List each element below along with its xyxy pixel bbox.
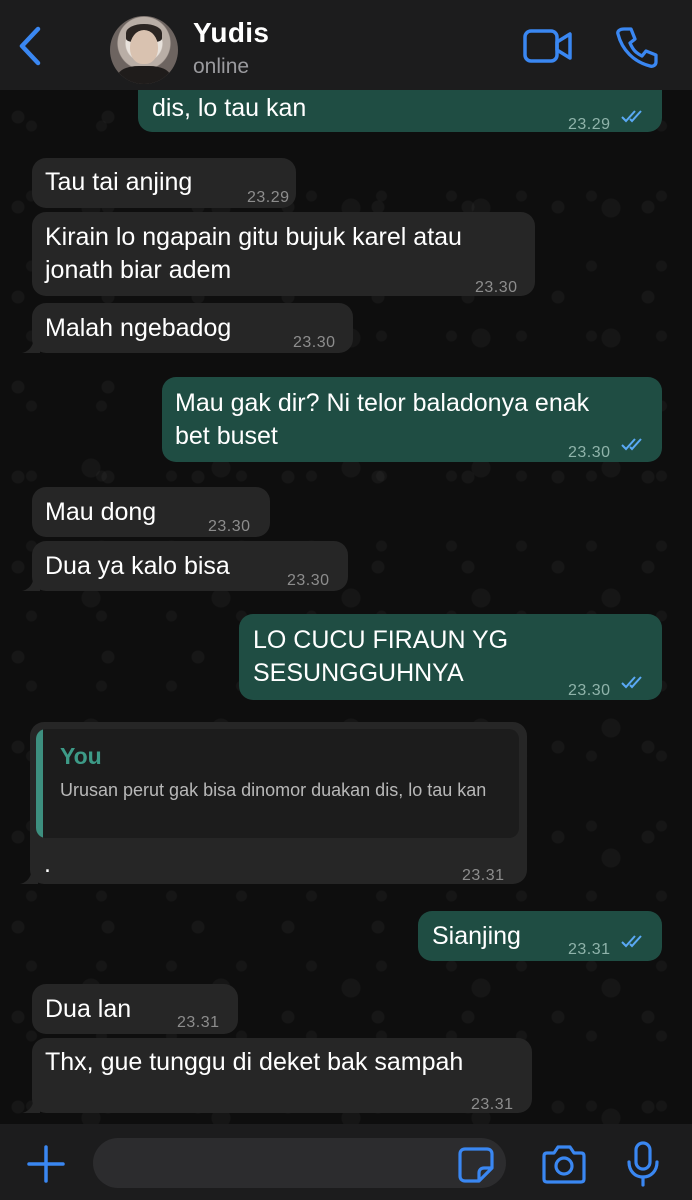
bubble-tail	[22, 335, 40, 353]
message-bubble-outgoing[interactable]: Sianjing 23.31	[418, 911, 662, 961]
message-text: Mau gak dir? Ni telor baladonya enak bet…	[175, 389, 590, 450]
read-receipt-icon	[621, 935, 642, 948]
read-receipt-icon	[621, 438, 642, 451]
message-text: Tau tai anjing	[45, 168, 193, 196]
camera-icon	[542, 1145, 586, 1184]
contact-status: online	[193, 55, 250, 78]
sticker-button[interactable]	[457, 1146, 495, 1184]
microphone-icon	[627, 1141, 659, 1187]
message-bubble-incoming[interactable]: Dua lan 23.31	[32, 984, 238, 1034]
message-bubble-incoming[interactable]: Mau dong 23.30	[32, 487, 270, 537]
read-receipt-icon	[621, 676, 642, 689]
chat-header: Yudis online	[0, 0, 692, 90]
message-time: 23.30	[287, 572, 330, 589]
chevron-left-icon	[19, 26, 41, 66]
quoted-message[interactable]: You Urusan perut gak bisa dinomor duakan…	[36, 729, 519, 838]
back-button[interactable]	[10, 24, 50, 68]
message-time: 23.29	[247, 189, 290, 206]
message-bubble-incoming[interactable]: Thx, gue tunggu di deket bak sampah 23.3…	[22, 1038, 532, 1113]
message-text: Kirain lo ngapain gitu bujuk karel atau …	[45, 223, 462, 284]
message-time: 23.31	[177, 1014, 220, 1031]
video-camera-icon	[523, 29, 572, 63]
message-bubble-incoming[interactable]: Tau tai anjing 23.29	[32, 158, 296, 208]
message-time: 23.30	[568, 682, 611, 699]
sticker-icon	[458, 1147, 494, 1183]
quote-text: Urusan perut gak bisa dinomor duakan dis…	[60, 780, 487, 800]
message-time: 23.30	[475, 279, 518, 296]
message-bubble-incoming[interactable]: Kirain lo ngapain gitu bujuk karel atau …	[32, 212, 535, 296]
message-time: 23.31	[462, 867, 505, 884]
plus-icon	[27, 1145, 65, 1183]
camera-button[interactable]	[541, 1144, 587, 1184]
message-bubble-incoming[interactable]: Malah ngebadog 23.30	[22, 303, 353, 353]
bubble-tail	[20, 866, 38, 884]
message-text: .	[44, 850, 51, 878]
message-time: 23.31	[568, 941, 611, 958]
video-call-button[interactable]	[522, 26, 574, 66]
message-time: 23.30	[208, 518, 251, 535]
chat-screen: Yudis online dis, lo tau kan 23.29 Tau t…	[0, 0, 692, 1200]
message-bubble-outgoing[interactable]: Mau gak dir? Ni telor baladonya enak bet…	[162, 377, 662, 462]
voice-call-button[interactable]	[614, 24, 660, 70]
bubble-tail	[22, 573, 40, 591]
read-receipt-icon	[621, 110, 642, 123]
message-text: Thx, gue tunggu di deket bak sampah	[45, 1048, 464, 1076]
message-text: Sianjing	[432, 922, 521, 950]
message-input[interactable]	[93, 1138, 506, 1188]
quote-author: You	[60, 743, 102, 769]
message-bubble-outgoing[interactable]: LO CUCU FIRAUN YG SESUNGGUHNYA 23.30	[239, 614, 662, 700]
message-text: Dua lan	[45, 995, 132, 1023]
message-time: 23.29	[568, 116, 611, 133]
message-time: 23.31	[471, 1096, 514, 1113]
message-text: dis, lo tau kan	[152, 94, 307, 122]
voice-message-button[interactable]	[625, 1140, 661, 1188]
contact-name[interactable]: Yudis	[193, 17, 269, 49]
contact-avatar[interactable]	[110, 16, 178, 84]
message-bubble-incoming[interactable]: Dua ya kalo bisa 23.30	[22, 541, 348, 591]
message-time: 23.30	[568, 444, 611, 461]
phone-icon	[616, 27, 658, 68]
message-time: 23.30	[293, 334, 336, 351]
message-text: Malah ngebadog	[45, 314, 232, 342]
quote-accent-bar	[36, 729, 43, 838]
bubble-tail	[22, 1095, 40, 1113]
composer-bar	[0, 1124, 692, 1200]
message-text: Mau dong	[45, 498, 157, 526]
message-text: Dua ya kalo bisa	[45, 552, 230, 580]
message-text: LO CUCU FIRAUN YG SESUNGGUHNYA	[253, 626, 509, 687]
attach-button[interactable]	[24, 1142, 68, 1186]
